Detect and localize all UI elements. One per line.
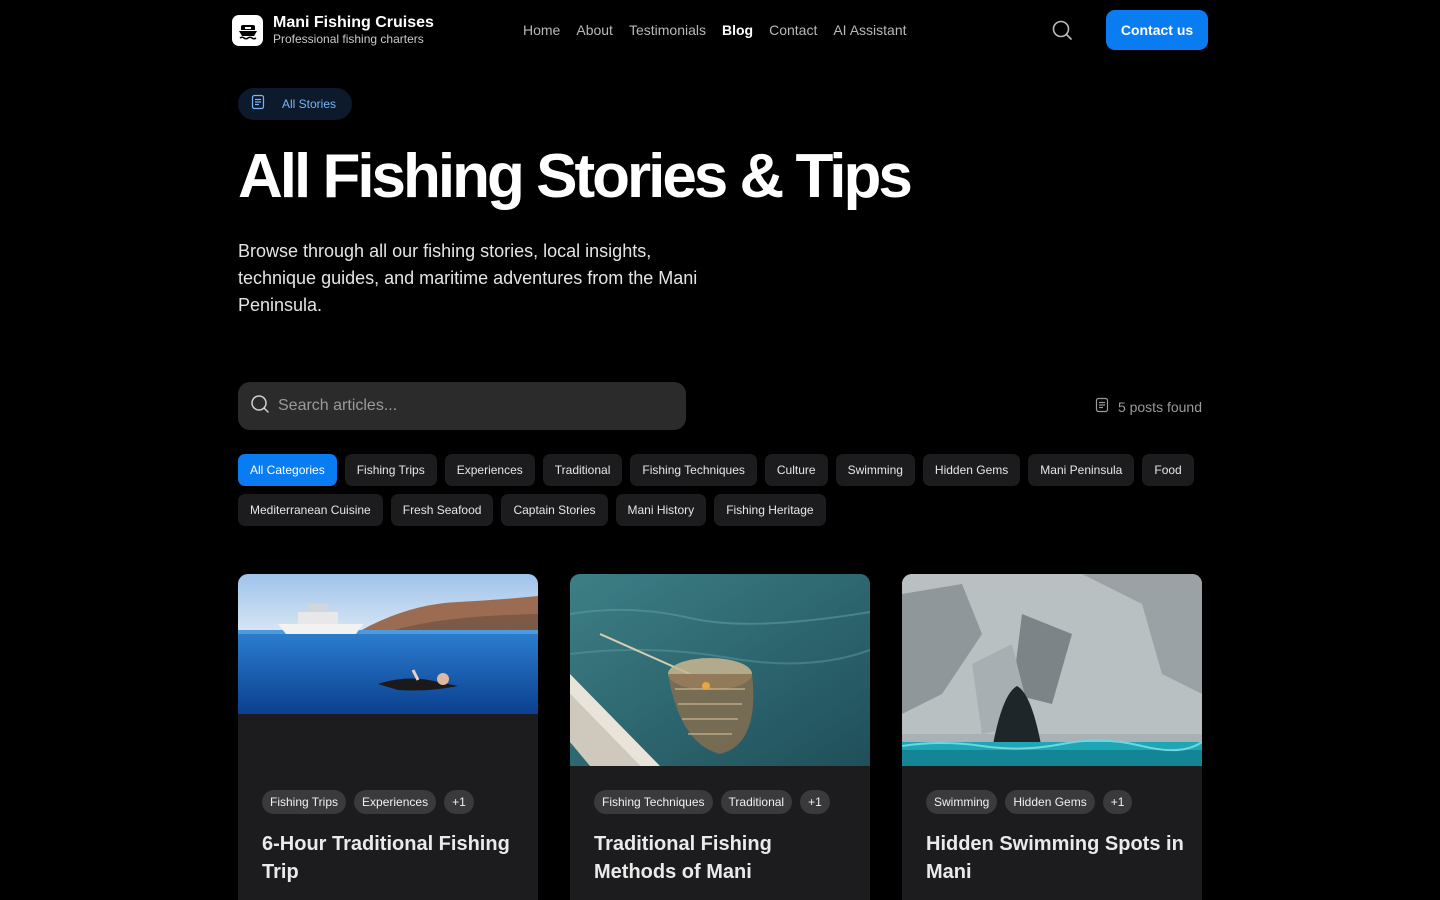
post-card[interactable]: Fishing Techniques Traditional +1 Tradit… [570,574,870,900]
chip-fishing-heritage[interactable]: Fishing Heritage [714,494,826,526]
search-input-icon [250,394,270,419]
post-tag[interactable]: Fishing Techniques [594,790,713,814]
nav-testimonials[interactable]: Testimonials [629,21,706,39]
boat-logo-icon [232,14,263,46]
document-icon [250,94,266,115]
document-icon [1094,397,1110,416]
chip-fishing-trips[interactable]: Fishing Trips [344,454,437,486]
pill-label: All Stories [282,97,337,111]
nav-contact[interactable]: Contact [769,21,817,39]
contact-us-button[interactable]: Contact us [1106,10,1208,50]
chip-fishing-techniques[interactable]: Fishing Techniques [630,454,757,486]
chip-mani-peninsula[interactable]: Mani Peninsula [1028,454,1135,486]
all-stories-pill[interactable]: All Stories [238,88,352,120]
nav-home[interactable]: Home [523,21,560,39]
post-tag-more[interactable]: +1 [444,790,474,814]
nav-about[interactable]: About [576,21,613,39]
post-title[interactable]: 6-Hour Traditional Fishing Trip [262,830,522,886]
main-nav: Home About Testimonials Blog Contact AI … [523,21,907,39]
chip-traditional[interactable]: Traditional [542,454,623,486]
post-grid: Fishing Trips Experiences +1 6-Hour Trad… [238,574,1202,900]
chip-food[interactable]: Food [1142,454,1194,486]
post-title[interactable]: Hidden Swimming Spots in Mani [926,830,1186,886]
page-description: Browse through all our fishing stories, … [238,241,698,315]
category-filter: All Categories Fishing Trips Experiences… [238,454,1202,526]
post-tag-more[interactable]: +1 [1102,790,1133,814]
chip-fresh-seafood[interactable]: Fresh Seafood [390,494,494,526]
chip-mani-history[interactable]: Mani History [615,494,707,526]
search-input[interactable] [278,397,658,415]
nav-blog[interactable]: Blog [722,21,753,39]
post-image-boat-swimmer [238,574,538,714]
posts-count-label: 5 posts found [1117,398,1202,415]
post-tag-more[interactable]: +1 [800,790,830,814]
chip-hidden-gems[interactable]: Hidden Gems [922,454,1021,486]
chip-experiences[interactable]: Experiences [444,454,535,486]
chip-swimming[interactable]: Swimming [835,454,915,486]
search-icon[interactable] [1050,18,1074,42]
chip-captain-stories[interactable]: Captain Stories [501,494,608,526]
brand-title: Mani Fishing Cruises [273,14,434,31]
post-image-fishing-trap [570,574,870,766]
search-bar[interactable] [238,382,686,430]
chip-culture[interactable]: Culture [764,454,828,486]
brand-subtitle: Professional fishing charters [273,32,424,46]
page-title: All Fishing Stories & Tips [238,142,913,211]
nav-ai-assistant[interactable]: AI Assistant [833,21,906,39]
post-card[interactable]: Swimming Hidden Gems +1 Hidden Swimming … [902,574,1202,900]
chip-all-categories[interactable]: All Categories [238,454,337,486]
post-title[interactable]: Traditional Fishing Methods of Mani [594,830,854,886]
posts-count: 5 posts found [1094,397,1202,416]
post-card[interactable]: Fishing Trips Experiences +1 6-Hour Trad… [238,574,538,900]
chip-mediterranean-cuisine[interactable]: Mediterranean Cuisine [238,494,383,526]
post-tag[interactable]: Hidden Gems [1005,790,1095,814]
post-tag[interactable]: Fishing Trips [262,790,347,814]
site-header: Mani Fishing Cruises Professional fishin… [0,0,1440,60]
post-image-sea-cave [902,574,1202,766]
post-tag[interactable]: Traditional [720,790,793,814]
post-tag[interactable]: Swimming [926,790,998,814]
post-tag[interactable]: Experiences [354,790,437,814]
brand[interactable]: Mani Fishing Cruises Professional fishin… [232,14,434,46]
